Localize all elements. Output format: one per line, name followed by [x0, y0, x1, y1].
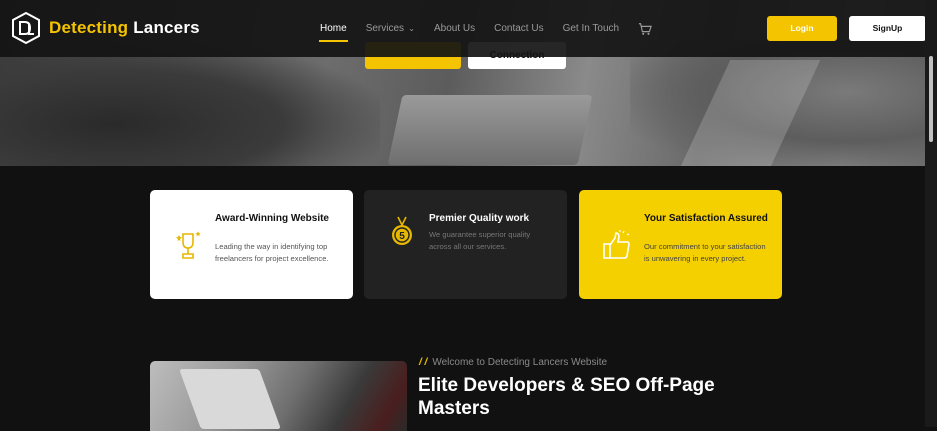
login-button[interactable]: Login — [767, 16, 837, 41]
trophy-icon — [176, 231, 201, 259]
brand-name-part1: Detecting — [49, 18, 129, 37]
main-nav: Home Services ⌄ About Us Contact Us Get … — [319, 0, 653, 57]
nav-get-in-touch[interactable]: Get In Touch — [563, 23, 620, 34]
cart-icon[interactable] — [638, 22, 653, 36]
section-headline: Elite Developers & SEO Off-Page Masters — [418, 375, 715, 419]
welcome-subtitle: / / Welcome to Detecting Lancers Website — [419, 357, 607, 368]
about-image-laptop — [179, 369, 281, 429]
signup-button[interactable]: SignUp — [849, 16, 926, 41]
feature-title: Award-Winning Website — [215, 213, 329, 224]
feature-card-satisfaction: Your Satisfaction Assured Our commitment… — [579, 190, 782, 299]
nav-services[interactable]: Services ⌄ — [366, 23, 415, 34]
feature-title: Premier Quality work — [429, 213, 530, 224]
thumbs-up-icon — [603, 230, 630, 259]
hero-image-person — [0, 40, 380, 166]
feature-card-quality: 5 Premier Quality work We guarantee supe… — [364, 190, 567, 299]
slash-accent: / / — [419, 357, 428, 368]
feature-title: Your Satisfaction Assured — [644, 213, 768, 224]
medal-icon: 5 — [392, 216, 412, 245]
feature-description: Our commitment to your satisfaction is u… — [644, 242, 766, 263]
about-image — [150, 361, 407, 431]
feature-description: We guarantee superior quality across all… — [429, 230, 531, 251]
nav-services-label: Services — [365, 23, 405, 34]
chevron-down-icon: ⌄ — [406, 24, 415, 33]
feature-card-award: Award-Winning Website Leading the way in… — [150, 190, 353, 299]
feature-description: Leading the way in identifying top freel… — [215, 242, 329, 263]
nav-home[interactable]: Home — [319, 23, 348, 42]
brand-name: Detecting Lancers — [49, 18, 200, 38]
welcome-text: Welcome to Detecting Lancers Website — [432, 357, 608, 368]
svg-text:5: 5 — [399, 231, 405, 242]
scrollbar-thumb[interactable] — [929, 56, 933, 142]
site-header: Detecting Lancers Home Services ⌄ About … — [0, 0, 926, 57]
nav-contact-us[interactable]: Contact Us — [494, 23, 543, 34]
brand-logo[interactable]: Detecting Lancers — [11, 12, 200, 44]
hero-image-laptop — [387, 95, 593, 165]
nav-about-us[interactable]: About Us — [434, 23, 475, 34]
brand-name-part2: Lancers — [133, 18, 200, 37]
logo-icon — [12, 12, 40, 44]
